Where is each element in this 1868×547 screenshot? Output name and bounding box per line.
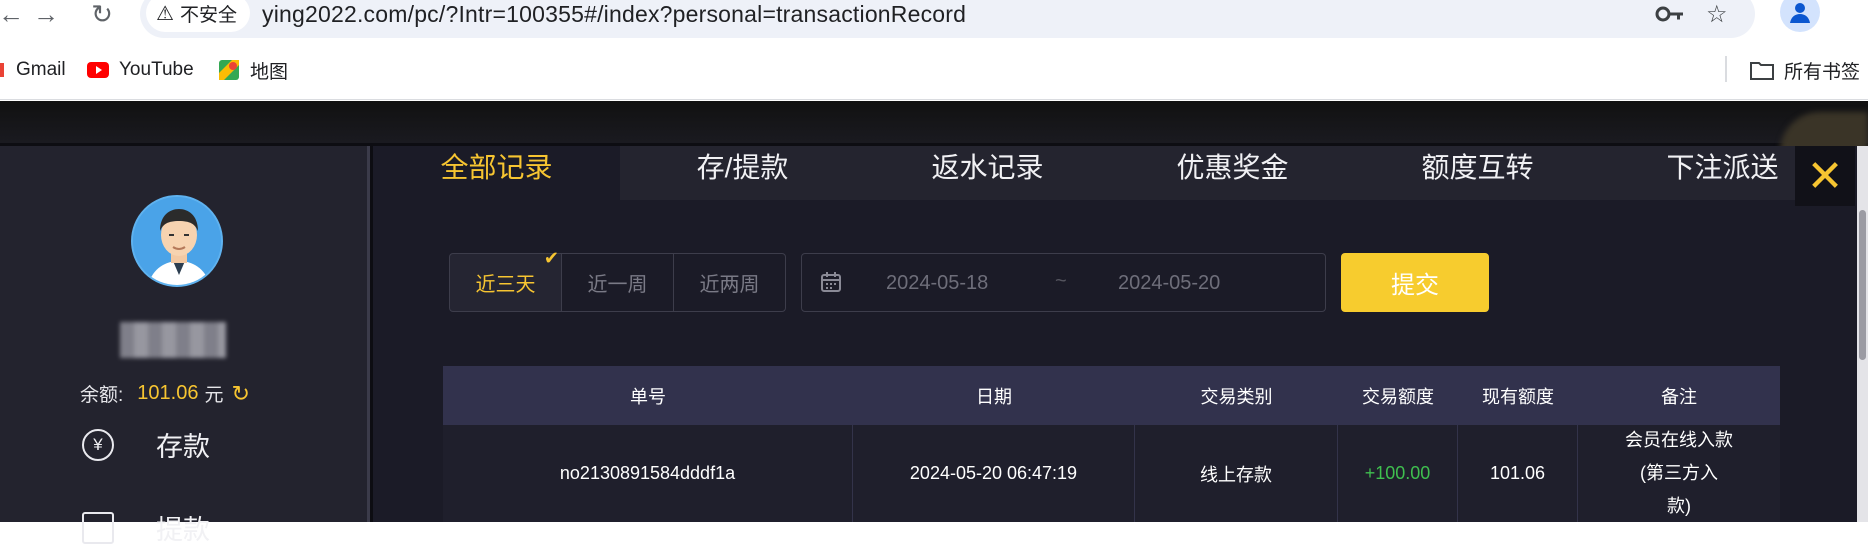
tab-promo-bonus[interactable]: 优惠奖金 [1110, 146, 1355, 200]
tab-rebate-records[interactable]: 返水记录 [865, 146, 1110, 200]
tab-deposit-withdraw[interactable]: 存/提款 [620, 146, 865, 200]
key-icon[interactable] [1655, 0, 1685, 28]
cell-order-no: no2130891584dddf1a [443, 425, 853, 522]
bookmark-separator [1725, 56, 1727, 82]
star-icon[interactable]: ☆ [1706, 0, 1728, 28]
balance-row: 余额: 101.06 元 ↻ [80, 380, 250, 407]
insecure-label: 不安全 [179, 4, 237, 26]
sidebar-item-deposit[interactable]: ¥ 存款 [82, 425, 210, 464]
close-icon[interactable]: ✕ [1795, 146, 1855, 206]
scrollbar-thumb[interactable] [1859, 210, 1866, 360]
cell-balance: 101.06 [1458, 425, 1578, 522]
refresh-icon[interactable]: ↻ [231, 381, 249, 407]
checkmark-icon: ✔ [543, 248, 559, 268]
range-three-days[interactable]: 近三天 ✔ [449, 248, 562, 312]
col-amount: 交易额度 [1362, 386, 1434, 407]
note-line: 会员在线入款 [1625, 430, 1733, 450]
col-date: 日期 [976, 386, 1012, 407]
card-icon [82, 511, 114, 544]
balance-value: 101.06 [137, 382, 199, 404]
all-bookmarks[interactable]: 所有书签 [1750, 52, 1860, 88]
range-two-weeks[interactable]: 近两周 [673, 253, 786, 312]
col-note: 备注 [1661, 386, 1697, 407]
bookmark-gmail[interactable]: Gmail [0, 52, 66, 88]
bookmark-maps[interactable]: 地图 [218, 52, 288, 88]
date-separator: ~ [1055, 270, 1067, 292]
balance-unit: 元 [204, 385, 224, 406]
bookmarks-bar: Gmail YouTube 地图 所有书签 [0, 52, 1868, 100]
back-icon[interactable]: ← [0, 0, 24, 29]
bookmark-youtube[interactable]: YouTube [87, 52, 194, 88]
reload-icon[interactable]: ↻ [84, 0, 120, 29]
youtube-icon [87, 62, 109, 78]
gmail-icon [0, 61, 6, 79]
sidebar-item-withdraw[interactable]: 提款 [82, 508, 210, 547]
cell-note: 会员在线入款 (第三方入 款) [1578, 425, 1780, 522]
cell-type: 线上存款 [1135, 425, 1338, 522]
browser-toolbar: ← → ↻ ⚠ 不安全 ying2022.com/pc/?Intr=100355… [0, 0, 1868, 52]
range-one-week[interactable]: 近一周 [561, 253, 674, 312]
col-type: 交易类别 [1200, 386, 1273, 407]
obscured-header [0, 101, 1868, 143]
tab-credit-transfer[interactable]: 额度互转 [1355, 146, 1600, 200]
warning-icon: ⚠ [156, 2, 174, 25]
cell-date: 2024-05-20 06:47:19 [853, 425, 1135, 522]
cell-amount: +100.00 [1338, 425, 1458, 522]
yen-circle-icon: ¥ [82, 428, 114, 461]
folder-icon [1750, 60, 1774, 80]
forward-icon[interactable]: → [28, 0, 64, 29]
note-line: 款) [1667, 496, 1691, 516]
scrollbar[interactable] [1857, 146, 1868, 522]
col-balance: 现有额度 [1482, 386, 1554, 407]
table-row: no2130891584dddf1a 2024-05-20 06:47:19 线… [443, 425, 1780, 522]
user-avatar [131, 195, 223, 287]
url-text[interactable]: ying2022.com/pc/?Intr=100355#/index?pers… [262, 0, 966, 28]
col-order-no: 单号 [630, 386, 666, 407]
insecure-chip[interactable]: ⚠ 不安全 [146, 0, 250, 32]
note-line: (第三方入 [1640, 463, 1718, 483]
balance-label: 余额: [80, 385, 124, 406]
calendar-icon [820, 271, 842, 299]
maps-icon [218, 59, 240, 81]
table-header: 单号 日期 交易类别 交易额度 现有额度 备注 [443, 366, 1780, 425]
date-from-input[interactable]: 2024-05-18 [886, 272, 988, 295]
date-range-picker[interactable]: 2024-05-18 ~ 2024-05-20 [801, 253, 1326, 312]
submit-button[interactable]: 提交 [1341, 253, 1489, 312]
profile-icon[interactable] [1780, 0, 1820, 32]
username-obscured [120, 322, 226, 358]
tab-all-records[interactable]: 全部记录 [373, 146, 620, 200]
date-to-input[interactable]: 2024-05-20 [1118, 272, 1220, 295]
